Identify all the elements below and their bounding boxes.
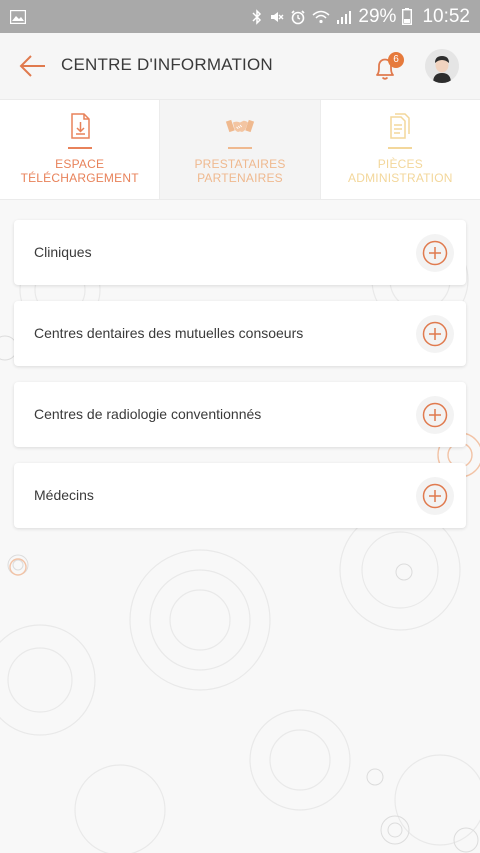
tab-label: PRESTATAIRES PARTENAIRES	[194, 157, 286, 185]
expand-button[interactable]	[416, 234, 454, 272]
battery-icon	[402, 8, 413, 25]
plus-circle-icon	[422, 321, 448, 347]
documents-icon	[390, 113, 411, 139]
list-item-centres-radiologie[interactable]: Centres de radiologie conventionnés	[14, 382, 466, 447]
expand-button[interactable]	[416, 396, 454, 434]
app-header: CENTRE D'INFORMATION 6	[0, 33, 480, 99]
list-item-cliniques[interactable]: Cliniques	[14, 220, 466, 285]
alarm-icon	[290, 9, 306, 25]
avatar[interactable]	[425, 49, 459, 83]
wifi-icon	[312, 10, 330, 24]
tab-pieces-administration[interactable]: PIÈCES ADMINISTRATION	[319, 100, 480, 199]
gallery-icon	[10, 9, 26, 24]
handshake-icon	[225, 119, 255, 133]
avatar-icon	[425, 49, 459, 83]
back-arrow-icon	[19, 55, 45, 77]
signal-icon	[336, 10, 352, 24]
notification-count-badge: 6	[388, 52, 404, 68]
list-item-centres-dentaires[interactable]: Centres dentaires des mutuelles consoeur…	[14, 301, 466, 366]
tab-label: ESPACE TÉLÉCHARGEMENT	[20, 157, 139, 185]
tab-label: PIÈCES ADMINISTRATION	[348, 157, 453, 185]
list-item-label: Centres dentaires des mutuelles consoeur…	[34, 325, 304, 341]
status-bar: 29% 10:52	[0, 0, 480, 33]
download-document-icon	[70, 113, 90, 139]
expand-button[interactable]	[416, 315, 454, 353]
mute-icon	[268, 9, 284, 25]
clock: 10:52	[422, 5, 470, 27]
partners-list: Cliniques Centres dentaires des mutuelle…	[14, 220, 466, 544]
bluetooth-icon	[252, 8, 262, 25]
back-button[interactable]	[18, 53, 48, 79]
tab-prestataires-partenaires[interactable]: PRESTATAIRES PARTENAIRES	[159, 100, 320, 199]
tab-underline	[67, 147, 92, 149]
tab-underline	[388, 147, 413, 149]
tab-espace-telechargement[interactable]: ESPACE TÉLÉCHARGEMENT	[0, 100, 159, 199]
list-item-medecins[interactable]: Médecins	[14, 463, 466, 528]
page-title: CENTRE D'INFORMATION	[61, 55, 273, 74]
plus-circle-icon	[422, 402, 448, 428]
tab-underline	[227, 147, 252, 149]
plus-circle-icon	[422, 483, 448, 509]
category-tabs: ESPACE TÉLÉCHARGEMENT PRESTATAIRES PARTE…	[0, 99, 480, 200]
list-item-label: Cliniques	[34, 244, 92, 260]
app-screen: 29% 10:52 CENTRE D'INFORMATION 6 ESPACE …	[0, 0, 480, 853]
expand-button[interactable]	[416, 477, 454, 515]
battery-percentage: 29%	[358, 5, 397, 27]
list-item-label: Médecins	[34, 487, 94, 503]
list-item-label: Centres de radiologie conventionnés	[34, 406, 262, 422]
plus-circle-icon	[422, 240, 448, 266]
